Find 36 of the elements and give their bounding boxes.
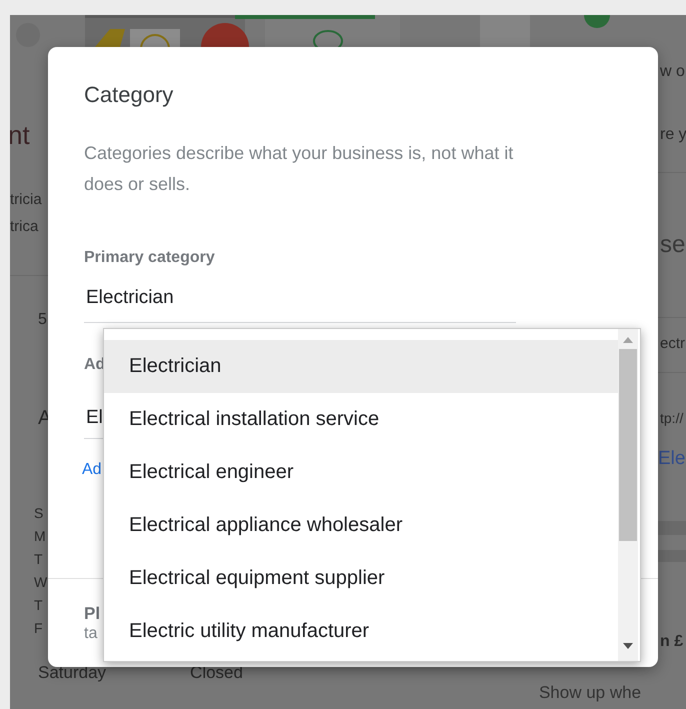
day-label: M [34, 527, 47, 546]
day-label: T [34, 596, 44, 615]
url-text: tp:// [660, 409, 684, 427]
scroll-down-icon[interactable] [623, 643, 633, 649]
placeholder-bar [658, 550, 686, 562]
count-text: 5 [38, 310, 47, 330]
dropdown-option[interactable]: Electrical engineer [104, 446, 618, 499]
day-label: F [34, 619, 44, 638]
info-text: w o [660, 63, 685, 81]
dropdown-option[interactable]: Electrician [104, 340, 618, 393]
scroll-up-icon[interactable] [623, 337, 633, 343]
business-info-text: tricia [10, 191, 42, 209]
dialog-title: Category [84, 82, 174, 108]
field-label: Primary category [84, 248, 215, 268]
dropdown-option[interactable]: Electrical installation service [104, 393, 618, 446]
dropdown-option[interactable]: Electrical equipment supplier [104, 552, 618, 605]
day-label: T [34, 550, 44, 569]
hours-status: Closed [190, 663, 243, 683]
price-text: n £ [660, 632, 684, 652]
scrollbar[interactable] [618, 329, 638, 661]
dropdown-option[interactable]: Electric utility manufacturer [104, 605, 618, 658]
footer-text: ta [84, 625, 98, 643]
footer-title: Pl [84, 605, 100, 623]
day-label: Saturday [38, 663, 106, 683]
input-field[interactable]: Electrician [84, 286, 516, 323]
page-heading: nt [10, 120, 30, 150]
placeholder-bar [658, 521, 686, 535]
promo-text: Show up whe [538, 683, 642, 703]
section-heading: se [660, 230, 686, 260]
add-link[interactable]: Ad [82, 460, 102, 480]
dropdown-option[interactable]: Electrical appliance wholesaler [104, 499, 618, 552]
category-text: ectr [660, 335, 686, 353]
business-info-text: trica [10, 218, 38, 236]
day-label: W [34, 573, 48, 592]
dialog-description: Categories describe what your business is, not what it does or sells. [84, 142, 514, 196]
day-label: S [34, 504, 44, 523]
